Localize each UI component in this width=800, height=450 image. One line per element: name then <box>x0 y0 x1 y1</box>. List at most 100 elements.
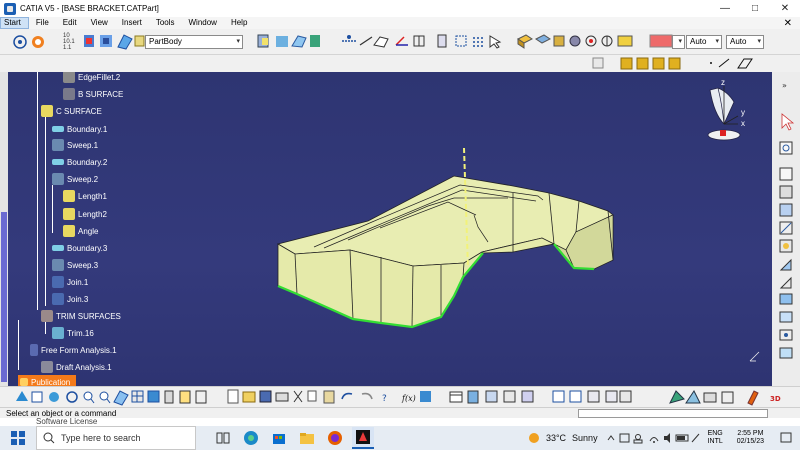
dot-point-icon[interactable] <box>710 62 712 64</box>
close-button[interactable]: ✕ <box>770 0 800 17</box>
curvature-icon[interactable] <box>503 390 516 403</box>
normal-view-icon[interactable] <box>113 390 129 406</box>
sketch-small-icon[interactable] <box>592 57 604 69</box>
zoom-out-icon[interactable] <box>99 391 111 404</box>
material-icon[interactable] <box>619 390 632 403</box>
hide-show-icon[interactable] <box>179 390 191 404</box>
draw-plane-icon[interactable] <box>737 58 753 69</box>
tree-scrollbar-thumb[interactable] <box>1 212 7 382</box>
inertia-tool-icon[interactable] <box>569 390 582 403</box>
select-grid-icon[interactable] <box>455 35 467 47</box>
menu-view[interactable]: View <box>84 17 115 29</box>
update-icon[interactable] <box>32 36 44 48</box>
mirror-icon[interactable] <box>779 311 793 323</box>
line-type-combo[interactable]: Auto ▾ <box>686 35 722 49</box>
shell-icon[interactable] <box>779 239 793 253</box>
battery-icon[interactable] <box>675 434 689 442</box>
view-front-icon[interactable] <box>553 35 565 47</box>
menu-tools[interactable]: Tools <box>149 17 182 29</box>
chamfer-icon[interactable] <box>779 276 792 289</box>
fly-mode-icon[interactable] <box>16 391 28 401</box>
multi-view-icon[interactable] <box>131 390 144 403</box>
command-input[interactable] <box>578 409 768 418</box>
firefox-icon[interactable] <box>324 427 346 449</box>
part-body-icon[interactable] <box>134 35 145 47</box>
dotted-grid-icon[interactable] <box>473 37 483 47</box>
maximize-button[interactable]: □ <box>740 0 770 17</box>
pattern-icon[interactable] <box>779 329 793 341</box>
rib-icon[interactable] <box>779 221 793 235</box>
render-style-3-icon[interactable] <box>652 57 665 70</box>
rotate-icon[interactable] <box>66 391 78 403</box>
view-normal-icon[interactable] <box>601 35 613 47</box>
measure-item-icon[interactable] <box>84 35 94 47</box>
edge-browser-icon[interactable] <box>240 427 262 449</box>
catalog-icon[interactable] <box>467 390 479 404</box>
people-icon[interactable] <box>633 434 643 444</box>
pocket-icon[interactable] <box>276 36 288 47</box>
render-icon[interactable] <box>669 390 685 404</box>
cut-icon[interactable] <box>293 390 303 403</box>
body-select[interactable]: PartBody ▾ <box>145 35 243 49</box>
render-style-1-icon[interactable] <box>620 57 633 70</box>
catia-taskbar-icon[interactable] <box>352 427 374 449</box>
knowledge-icon[interactable] <box>420 391 431 402</box>
measure-inertia-icon[interactable] <box>100 35 112 47</box>
draft-icon[interactable] <box>779 258 792 271</box>
menu-file[interactable]: File <box>29 17 56 29</box>
zoom-in-icon[interactable] <box>83 391 95 404</box>
file-explorer-icon[interactable] <box>296 427 318 449</box>
render-style-4-icon[interactable] <box>668 57 681 70</box>
volume-icon[interactable] <box>663 433 670 443</box>
point-icon[interactable] <box>342 35 356 42</box>
view-hide-icon[interactable] <box>569 35 581 47</box>
tray-app-icon[interactable] <box>619 433 630 443</box>
menu-edit[interactable]: Edit <box>56 17 84 29</box>
sweep-tool-icon[interactable] <box>310 35 320 47</box>
analysis-tool-icon[interactable] <box>485 390 498 403</box>
render-style-2-icon[interactable] <box>636 57 649 70</box>
chevron-up-icon[interactable] <box>607 435 614 441</box>
task-view-icon[interactable] <box>212 427 234 449</box>
clash-icon[interactable] <box>605 390 618 403</box>
copy-icon[interactable] <box>307 390 317 402</box>
open-file-icon[interactable] <box>242 391 256 403</box>
measure-icon[interactable] <box>13 35 27 49</box>
table-icon[interactable] <box>449 391 463 403</box>
fill-icon[interactable] <box>291 35 307 48</box>
axis-system-icon[interactable] <box>395 36 408 46</box>
measure-between-icon[interactable] <box>46 34 60 50</box>
environment-icon[interactable] <box>721 391 734 404</box>
print-icon[interactable] <box>275 392 289 402</box>
draw-line-icon[interactable] <box>718 58 730 68</box>
taskbar-search[interactable]: Type here to search <box>36 426 196 450</box>
line-icon[interactable] <box>359 36 373 46</box>
section-icon[interactable] <box>587 390 600 403</box>
select-arrow-icon[interactable] <box>781 113 795 131</box>
scale-icon[interactable] <box>779 347 793 359</box>
sketcher-icon[interactable] <box>779 141 793 155</box>
camera-icon[interactable] <box>703 392 717 403</box>
line-weight-combo[interactable]: Auto ▾ <box>726 35 764 49</box>
paste-icon[interactable] <box>323 390 335 404</box>
pen-icon[interactable] <box>691 433 699 443</box>
notifications-icon[interactable] <box>775 427 797 449</box>
iso-view-icon[interactable] <box>147 390 160 403</box>
weather-widget[interactable]: 33°C Sunny <box>526 430 598 446</box>
menu-insert[interactable]: Insert <box>115 17 149 29</box>
plane-icon[interactable] <box>373 36 389 48</box>
microsoft-store-icon[interactable] <box>268 427 290 449</box>
menu-start[interactable]: Start <box>0 17 29 29</box>
undo-icon[interactable] <box>341 392 353 400</box>
whats-this-icon[interactable]: ? <box>382 394 387 404</box>
save-icon[interactable] <box>259 390 272 403</box>
compare-icon[interactable] <box>521 390 534 403</box>
3d-viewport[interactable]: EdgeFillet.2 B SURFACE C SURFACE Boundar… <box>8 72 772 386</box>
pad-icon[interactable] <box>257 34 269 48</box>
pan-icon[interactable] <box>49 392 59 402</box>
input-language[interactable]: ENG INTL <box>708 430 723 446</box>
document-close-button[interactable]: ✕ <box>784 18 800 29</box>
taskbar-clock[interactable]: 2:55 PM 02/15/23 <box>737 430 764 446</box>
formula-icon[interactable] <box>779 167 793 181</box>
windows-start-button[interactable] <box>0 426 36 450</box>
